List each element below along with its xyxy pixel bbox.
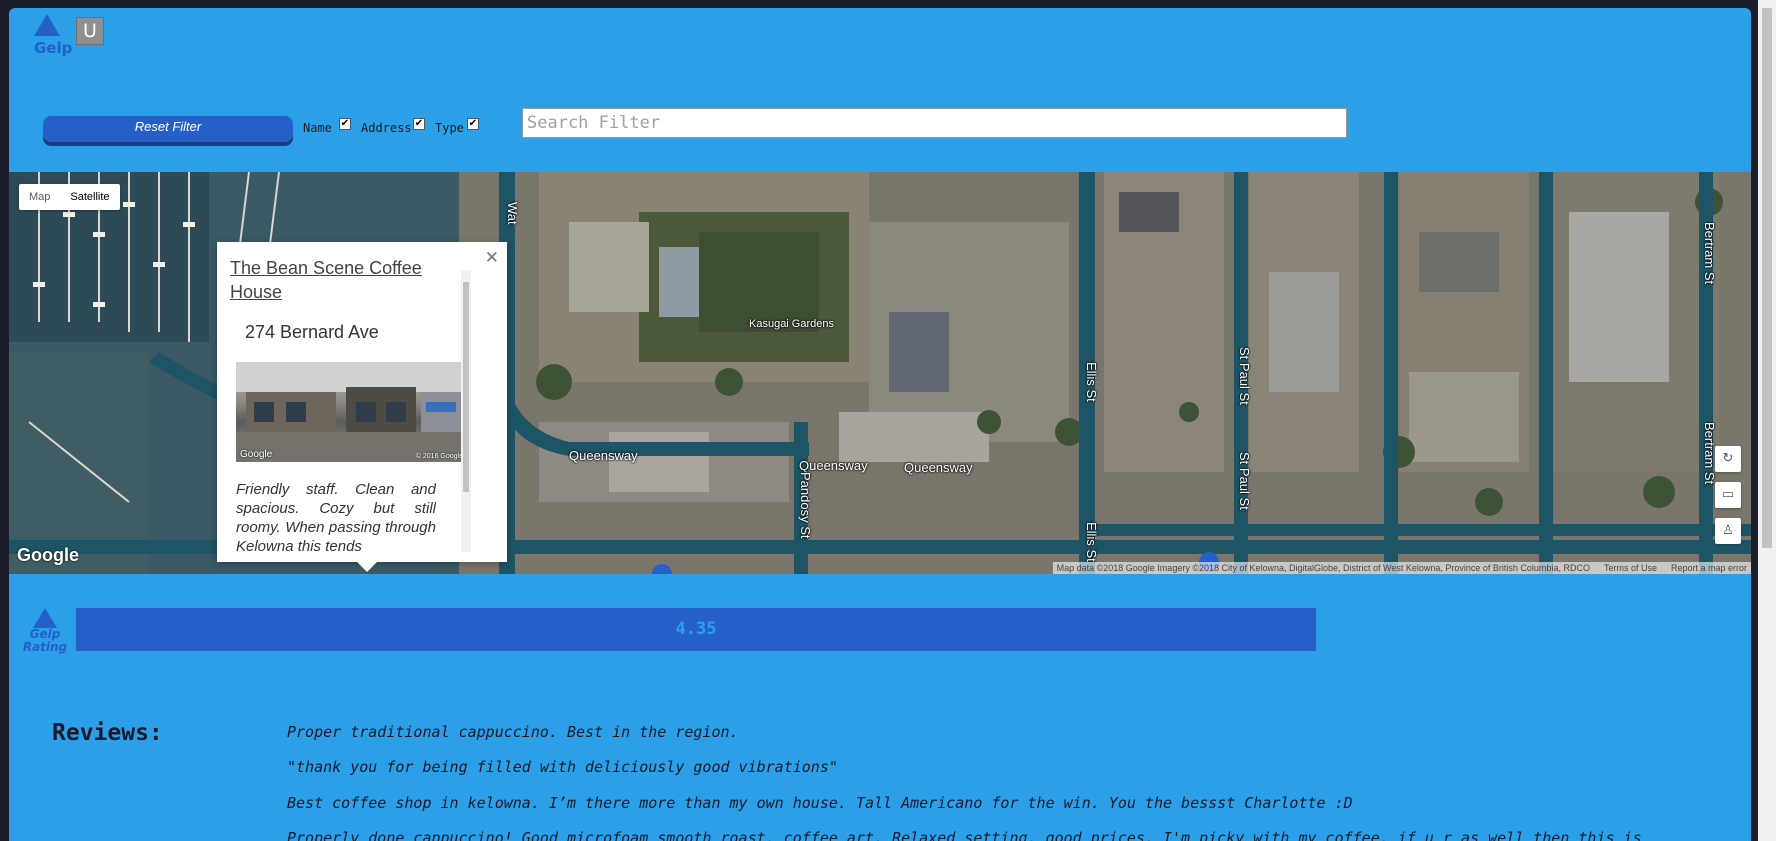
filter-address-checkbox[interactable]: ✔ (413, 118, 425, 130)
map-attribution: Map data ©2018 Google Imagery ©2018 City… (1052, 562, 1751, 574)
search-filter-input[interactable] (522, 108, 1347, 138)
filter-type-checkbox[interactable]: ✔ (467, 118, 479, 130)
filter-type-label: Type (435, 121, 464, 135)
label-st-paul-st-1: St Paul St (1237, 347, 1252, 405)
rating-bar: 4.35 (76, 608, 1316, 651)
user-button[interactable]: U (76, 17, 104, 45)
info-window-pointer (357, 562, 377, 572)
filter-name-label: Name (303, 121, 332, 135)
tilt-map-icon[interactable]: ▭ (1715, 482, 1741, 508)
info-window: ✕ The Bean Scene Coffee House 274 Bernar… (217, 242, 507, 572)
filter-name-checkbox[interactable]: ✔ (339, 118, 351, 130)
rating-value: 4.35 (675, 619, 717, 639)
place-review-snippet: Friendly staff. Clean and spacious. Cozy… (236, 481, 436, 554)
label-ellis-st-2: Ellis St (1084, 522, 1099, 562)
street-view-pegman-icon[interactable]: ♙ (1715, 518, 1741, 544)
scrollbar-thumb[interactable] (1762, 8, 1772, 548)
filter-address-label: Address (361, 121, 412, 135)
map-type-satellite-button[interactable]: Satellite (60, 184, 119, 210)
place-photo: Google © 2016 Google (236, 362, 465, 462)
reset-filter-button[interactable]: Reset Filter (43, 116, 293, 142)
rating-logo-triangle-icon (33, 608, 57, 628)
label-pandosy-st: Pandosy St (798, 472, 813, 539)
review-item: Best coffee shop in kelowna. I’m there m… (287, 794, 1353, 812)
label-kasugai-gardens: Kasugai Gardens (749, 318, 834, 330)
label-queensway-1: Queensway (569, 448, 638, 463)
label-st-paul-st-2: St Paul St (1237, 452, 1252, 510)
terms-of-use-link[interactable]: Terms of Use (1604, 563, 1657, 573)
label-ellis-st-1: Ellis St (1084, 362, 1099, 402)
map-type-control: Map Satellite (19, 184, 120, 210)
gelp-logo[interactable]: Gelp (23, 14, 73, 66)
logo-text: Gelp (34, 39, 73, 57)
rating-logo-rating: Rating (22, 640, 68, 654)
photo-credit: Google (240, 449, 273, 460)
gelp-rating-logo: Gelp Rating (19, 608, 71, 654)
place-title-link[interactable]: The Bean Scene Coffee House (230, 256, 452, 304)
map-type-map-button[interactable]: Map (19, 184, 60, 210)
place-address: 274 Bernard Ave (245, 322, 379, 342)
logo-triangle-icon (34, 14, 60, 36)
rotate-map-icon[interactable]: ↻ (1715, 446, 1741, 472)
label-water-st: Wat (505, 202, 520, 225)
info-window-scroll-thumb[interactable] (463, 282, 469, 492)
close-icon[interactable]: ✕ (485, 248, 499, 268)
report-map-error-link[interactable]: Report a map error (1671, 563, 1747, 573)
google-logo[interactable]: Google (17, 545, 79, 566)
review-item: Proper traditional cappuccino. Best in t… (287, 723, 739, 741)
review-item: "thank you for being filled with delicio… (287, 758, 838, 776)
label-queensway-2: Queensway (799, 458, 868, 473)
app-frame: Gelp U Reset Filter Name ✔ Address ✔ Typ… (9, 8, 1751, 841)
photo-copyright: © 2016 Google (415, 453, 463, 460)
attribution-text: Map data ©2018 Google Imagery ©2018 City… (1056, 563, 1590, 573)
review-item: Properly done cappuccino! Good microfoam… (287, 829, 1642, 841)
label-bertram-st-1: Bertram St (1702, 222, 1717, 285)
page-scrollbar[interactable] (1758, 0, 1776, 841)
map-view[interactable]: Kasugai Gardens Queensway Queensway Quee… (9, 172, 1751, 574)
label-queensway-3: Queensway (904, 460, 973, 475)
reviews-heading: Reviews: (52, 720, 163, 746)
info-window-scrollbar[interactable] (461, 270, 471, 552)
